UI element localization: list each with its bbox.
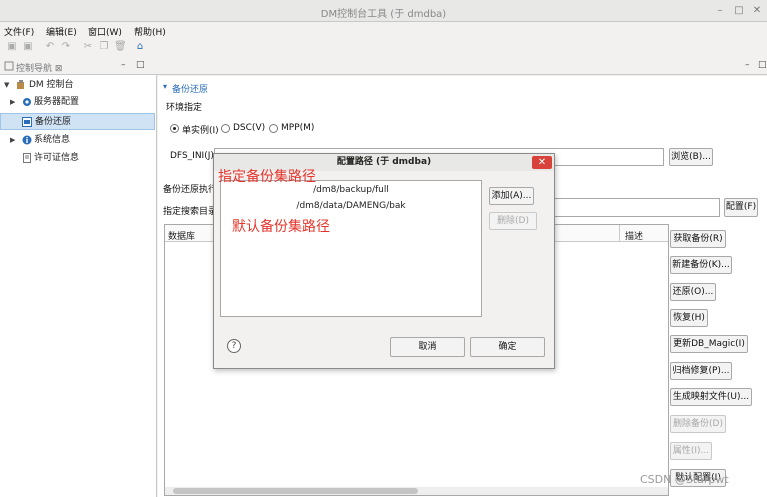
- minimize-icon[interactable]: –: [714, 5, 726, 17]
- delete-icon[interactable]: 🗑: [114, 41, 127, 52]
- path-list-item[interactable]: /dm8/backup/full: [221, 185, 481, 195]
- generate-map-file-button[interactable]: 生成映射文件(U)...: [670, 388, 752, 406]
- backup-exec-label: 备份还原执行: [163, 185, 218, 195]
- tree-label: 系统信息: [34, 135, 71, 145]
- ok-button[interactable]: 确定: [470, 337, 545, 357]
- dialog-close-icon[interactable]: ✕: [532, 156, 552, 169]
- radio-mpp-label: MPP(M): [281, 123, 315, 133]
- tree-item-system-info[interactable]: ▶ 系统信息: [0, 132, 155, 149]
- section-collapse-icon[interactable]: ▾: [163, 82, 167, 91]
- delete-path-button[interactable]: 删除(D): [489, 212, 537, 230]
- minimize-view-icon[interactable]: –: [121, 60, 126, 70]
- column-header-description[interactable]: 描述: [625, 229, 643, 242]
- tree-label: DM 控制台: [29, 80, 74, 90]
- dfs-ini-label: DFS_INI(J): [170, 151, 214, 161]
- cancel-button[interactable]: 取消: [390, 337, 465, 357]
- info-icon: [22, 135, 32, 145]
- collapse-arrow-icon[interactable]: ▶: [10, 132, 18, 149]
- radio-single-instance[interactable]: [170, 124, 179, 133]
- update-db-magic-button[interactable]: 更新DB_Magic(I): [670, 335, 748, 353]
- section-title: 备份还原: [172, 85, 209, 95]
- browse-button[interactable]: 浏览(B)...: [669, 148, 713, 166]
- annotation-specify-path: 指定备份集路径: [218, 169, 316, 185]
- help-icon[interactable]: ?: [227, 339, 241, 353]
- save-all-icon[interactable]: ▣: [22, 41, 34, 52]
- path-list[interactable]: /dm8/backup/full /dm8/data/DAMENG/bak: [220, 180, 482, 317]
- maximize-view-icon[interactable]: □: [136, 60, 145, 70]
- menu-window[interactable]: 窗口(W): [88, 25, 122, 38]
- radio-single-label: 单实例(I): [182, 126, 219, 136]
- radio-dsc-label: DSC(V): [233, 123, 266, 133]
- close-icon[interactable]: ✕: [751, 5, 763, 17]
- save-icon[interactable]: ▣: [6, 41, 18, 52]
- window-title: DM控制台工具 (于 dmdba): [320, 9, 447, 20]
- cut-icon[interactable]: ✂: [82, 41, 94, 52]
- toolbar: ▣ ▣ ↶ ↷ ✂ ❐ 🗑 ⌂: [0, 38, 767, 56]
- restore-button[interactable]: 还原(O)...: [670, 283, 716, 301]
- scrollbar-thumb[interactable]: [173, 488, 418, 494]
- path-list-item[interactable]: /dm8/data/DAMENG/bak: [221, 201, 481, 211]
- new-backup-button[interactable]: 新建备份(K)...: [670, 256, 732, 274]
- archive-repair-button[interactable]: 归档修复(P)...: [670, 362, 732, 380]
- column-divider: [619, 225, 620, 242]
- tree-label: 备份还原: [35, 117, 72, 127]
- tree-label: 许可证信息: [34, 153, 80, 163]
- copy-icon[interactable]: ❐: [98, 41, 110, 52]
- menu-file[interactable]: 文件(F): [4, 25, 34, 38]
- menu-bar: 文件(F) 编辑(E) 窗口(W) 帮助(H): [0, 22, 767, 38]
- tree-item-dm-console[interactable]: ▼ DM 控制台: [0, 77, 155, 94]
- window-title-bar: DM控制台工具 (于 dmdba) – □ ✕: [0, 0, 767, 22]
- tree-item-backup-restore[interactable]: 备份还原: [0, 113, 155, 130]
- nav-tree: ▼ DM 控制台 ▶ 服务器配置 备份还原 ▶ 系统信息 许可证信息: [0, 75, 157, 497]
- nav-tab-bar: 控制导航 ⊠ – □: [0, 58, 157, 75]
- env-label: 环境指定: [166, 103, 203, 113]
- properties-button[interactable]: 属性(I)...: [670, 442, 712, 460]
- nav-tab-label[interactable]: 控制导航 ⊠: [16, 61, 62, 74]
- recover-button[interactable]: 恢复(H): [670, 309, 708, 327]
- editor-tab-strip: – □: [157, 58, 767, 75]
- console-icon: [16, 80, 26, 90]
- maximize-icon[interactable]: □: [733, 5, 745, 17]
- config-button[interactable]: 配置(F): [724, 198, 758, 217]
- nav-icon: [4, 61, 14, 71]
- radio-dsc[interactable]: [221, 124, 230, 133]
- search-dir-label: 指定搜索目录: [163, 207, 218, 217]
- expand-arrow-icon[interactable]: ▼: [4, 77, 12, 94]
- minimize-editor-icon[interactable]: –: [745, 60, 750, 70]
- tree-item-license-info[interactable]: 许可证信息: [0, 150, 155, 167]
- annotation-default-path: 默认备份集路径: [232, 219, 330, 235]
- maximize-editor-icon[interactable]: □: [758, 60, 767, 70]
- column-header-database[interactable]: 数据库: [168, 229, 195, 242]
- undo-icon[interactable]: ↶: [44, 41, 56, 52]
- delete-backup-button[interactable]: 删除备份(D): [670, 415, 726, 433]
- menu-help[interactable]: 帮助(H): [134, 25, 166, 38]
- collapse-arrow-icon[interactable]: ▶: [10, 94, 18, 111]
- backup-icon: [22, 117, 32, 127]
- document-icon: [22, 153, 32, 163]
- tree-label: 服务器配置: [34, 97, 80, 107]
- menu-edit[interactable]: 编辑(E): [46, 25, 77, 38]
- redo-icon[interactable]: ↷: [60, 41, 72, 52]
- radio-mpp[interactable]: [269, 124, 278, 133]
- tree-item-server-config[interactable]: ▶ 服务器配置: [0, 94, 155, 111]
- watermark: CSDN @Starpwt: [640, 473, 729, 486]
- add-path-button[interactable]: 添加(A)...: [489, 187, 534, 205]
- fetch-backup-button[interactable]: 获取备份(R): [670, 230, 726, 248]
- horizontal-scrollbar[interactable]: [165, 487, 668, 495]
- gear-icon: [22, 97, 32, 107]
- home-icon[interactable]: ⌂: [134, 41, 146, 52]
